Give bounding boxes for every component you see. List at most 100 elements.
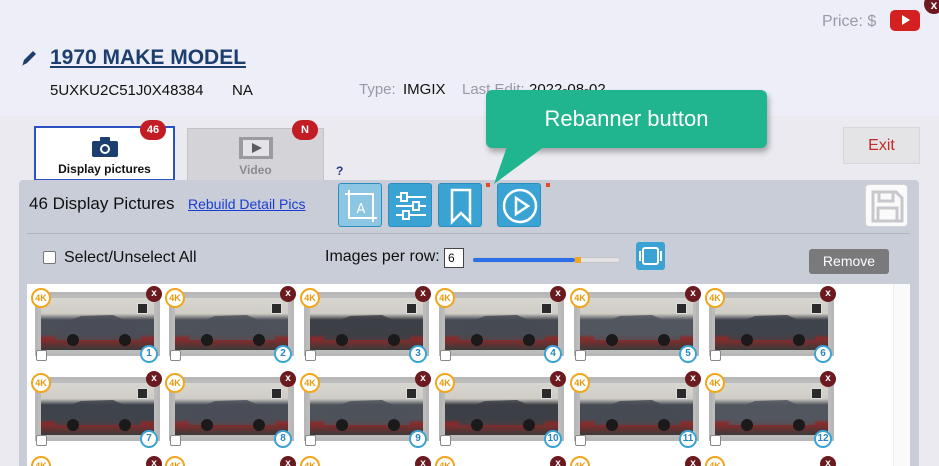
- condition-text: NA: [232, 82, 253, 99]
- delete-thumbnail-button[interactable]: x: [820, 371, 836, 387]
- thumbnail-checkbox[interactable]: [170, 350, 181, 361]
- expand-icon[interactable]: [541, 388, 552, 399]
- delete-thumbnail-button[interactable]: x: [280, 456, 296, 466]
- thumbnail-checkbox[interactable]: [710, 350, 721, 361]
- thumbnail-checkbox[interactable]: [575, 435, 586, 446]
- delete-thumbnail-button[interactable]: x: [280, 371, 296, 387]
- delete-thumbnail-button[interactable]: x: [415, 371, 431, 387]
- save-button[interactable]: [865, 184, 908, 227]
- thumbnail[interactable]: [35, 377, 160, 441]
- fit-view-button[interactable]: [636, 242, 665, 270]
- expand-icon[interactable]: [137, 388, 148, 399]
- thumbnail[interactable]: [439, 292, 564, 356]
- thumbnail-checkbox[interactable]: [305, 435, 316, 446]
- panel-title: 46 Display Pictures: [29, 194, 175, 213]
- thumbnail-checkbox[interactable]: [440, 350, 451, 361]
- thumbnail[interactable]: [169, 292, 294, 356]
- delete-thumbnail-button[interactable]: x: [550, 371, 566, 387]
- pencil-icon[interactable]: [20, 48, 38, 68]
- thumbnail-number: 10: [544, 430, 562, 448]
- play-button[interactable]: [497, 183, 541, 227]
- tab-label: Display pictures: [58, 162, 151, 176]
- resolution-badge: 4K: [31, 288, 51, 308]
- vehicle-title-link[interactable]: 1970 MAKE MODEL: [50, 46, 246, 70]
- expand-icon[interactable]: [676, 303, 687, 314]
- exit-button[interactable]: Exit: [843, 127, 920, 164]
- thumbnail[interactable]: [304, 377, 429, 441]
- thumbnail-checkbox[interactable]: [710, 435, 721, 446]
- callout-pointer: [494, 138, 556, 184]
- slider-thumb[interactable]: [575, 257, 582, 263]
- expand-icon[interactable]: [406, 303, 417, 314]
- delete-thumbnail-button[interactable]: x: [685, 286, 701, 302]
- select-all-checkbox[interactable]: [43, 251, 56, 264]
- delete-thumbnail-button[interactable]: x: [550, 456, 566, 466]
- crop-text-icon: A: [345, 190, 377, 222]
- images-per-row-input[interactable]: 6: [444, 248, 464, 268]
- resolution-badge: 4K: [300, 373, 320, 393]
- rebuild-detail-pics-link[interactable]: Rebuild Detail Pics: [188, 196, 306, 212]
- expand-icon[interactable]: [271, 303, 282, 314]
- thumbnail-number: 11: [679, 430, 697, 448]
- floppy-disk-icon: [871, 190, 904, 223]
- resolution-badge: 4K: [570, 373, 590, 393]
- expand-icon[interactable]: [811, 303, 822, 314]
- thumbnail-checkbox[interactable]: [170, 435, 181, 446]
- expand-icon[interactable]: [811, 388, 822, 399]
- delete-thumbnail-button[interactable]: x: [820, 456, 836, 466]
- rebanner-button[interactable]: [438, 183, 482, 227]
- expand-icon[interactable]: [271, 388, 282, 399]
- thumbnail-number: 6: [814, 345, 832, 363]
- delete-thumbnail-button[interactable]: x: [146, 286, 162, 302]
- thumbnail-checkbox[interactable]: [440, 435, 451, 446]
- thumbnail[interactable]: [439, 377, 564, 441]
- thumbnail-number: 4: [544, 345, 562, 363]
- thumbnail[interactable]: [709, 377, 834, 441]
- delete-thumbnail-button[interactable]: x: [146, 371, 162, 387]
- thumbnail-checkbox[interactable]: [36, 350, 47, 361]
- resolution-badge: 4K: [31, 373, 51, 393]
- delete-thumbnail-button[interactable]: x: [280, 286, 296, 302]
- thumbnail[interactable]: [574, 292, 699, 356]
- delete-thumbnail-button[interactable]: x: [685, 371, 701, 387]
- vin-text: 5UXKU2C51J0X48384: [50, 82, 204, 99]
- thumbnail[interactable]: [169, 377, 294, 441]
- expand-icon[interactable]: [676, 388, 687, 399]
- thumbnail-number: 12: [814, 430, 832, 448]
- text-overlay-button[interactable]: A: [338, 183, 382, 227]
- grid-scrollbar[interactable]: [893, 284, 910, 466]
- slider-fill: [473, 258, 576, 262]
- type-value: IMGIX: [403, 81, 446, 98]
- type-label: Type:: [359, 81, 396, 98]
- delete-thumbnail-button[interactable]: x: [146, 456, 162, 466]
- expand-icon[interactable]: [137, 303, 148, 314]
- images-per-row-slider[interactable]: [472, 257, 620, 263]
- thumbnail[interactable]: [304, 292, 429, 356]
- resolution-badge: 4K: [705, 373, 725, 393]
- delete-thumbnail-button[interactable]: x: [415, 286, 431, 302]
- expand-icon[interactable]: [406, 388, 417, 399]
- resolution-badge: 4K: [435, 373, 455, 393]
- thumbnail-number: 1: [140, 345, 158, 363]
- adjustments-button[interactable]: [388, 183, 432, 227]
- resolution-badge: 4K: [300, 288, 320, 308]
- delete-thumbnail-button[interactable]: x: [415, 456, 431, 466]
- delete-thumbnail-button[interactable]: x: [550, 286, 566, 302]
- expand-icon[interactable]: [541, 303, 552, 314]
- thumbnail-checkbox[interactable]: [36, 435, 47, 446]
- youtube-icon[interactable]: [890, 10, 920, 31]
- fit-screen-icon: [639, 247, 662, 265]
- thumbnail[interactable]: [709, 292, 834, 356]
- resolution-badge: 4K: [570, 288, 590, 308]
- select-all-label: Select/Unselect All: [64, 249, 197, 266]
- thumbnail[interactable]: [574, 377, 699, 441]
- delete-thumbnail-button[interactable]: x: [820, 286, 836, 302]
- thumbnail-number: 8: [274, 430, 292, 448]
- help-link[interactable]: ?: [336, 164, 343, 178]
- thumbnail-checkbox[interactable]: [575, 350, 586, 361]
- remove-button[interactable]: Remove: [809, 249, 889, 274]
- delete-thumbnail-button[interactable]: x: [685, 456, 701, 466]
- thumbnail-checkbox[interactable]: [305, 350, 316, 361]
- thumbnail[interactable]: [35, 292, 160, 356]
- images-per-row-label: Images per row:: [325, 248, 440, 265]
